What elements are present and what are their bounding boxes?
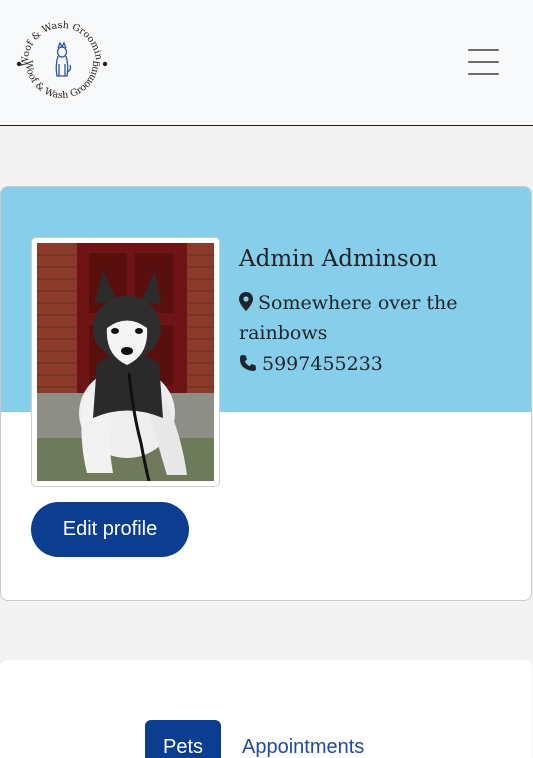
phone-text: 5997455233 xyxy=(262,353,383,375)
profile-name: Admin Adminson xyxy=(239,246,438,272)
navbar: Woof & Wash Grooming Woof & Wash Groomin… xyxy=(0,0,533,126)
dog-illustration-icon xyxy=(55,41,72,77)
profile-phone: 5997455233 xyxy=(239,353,383,375)
brand-logo[interactable]: Woof & Wash Grooming Woof & Wash Groomin… xyxy=(14,14,110,110)
profile-photo-frame xyxy=(31,237,220,487)
location-text: Somewhere over the rainbows xyxy=(239,292,458,344)
hamburger-icon xyxy=(468,49,499,51)
phone-icon xyxy=(239,355,256,371)
edit-profile-button[interactable]: Edit profile xyxy=(31,502,189,557)
tabs-card: Pets Appointments xyxy=(0,660,532,758)
svg-text:Woof & Wash Grooming: Woof & Wash Grooming xyxy=(14,14,104,66)
svg-text:Woof & Wash Grooming: Woof & Wash Grooming xyxy=(23,60,101,101)
tab-appointments[interactable]: Appointments xyxy=(242,736,364,758)
tab-pets[interactable]: Pets xyxy=(145,720,221,758)
profile-location: Somewhere over the rainbows xyxy=(239,288,509,348)
menu-toggle-button[interactable] xyxy=(468,49,499,75)
profile-card: Admin Adminson Somewhere over the rainbo… xyxy=(0,186,532,601)
profile-photo xyxy=(37,243,214,481)
map-pin-icon xyxy=(239,292,253,311)
